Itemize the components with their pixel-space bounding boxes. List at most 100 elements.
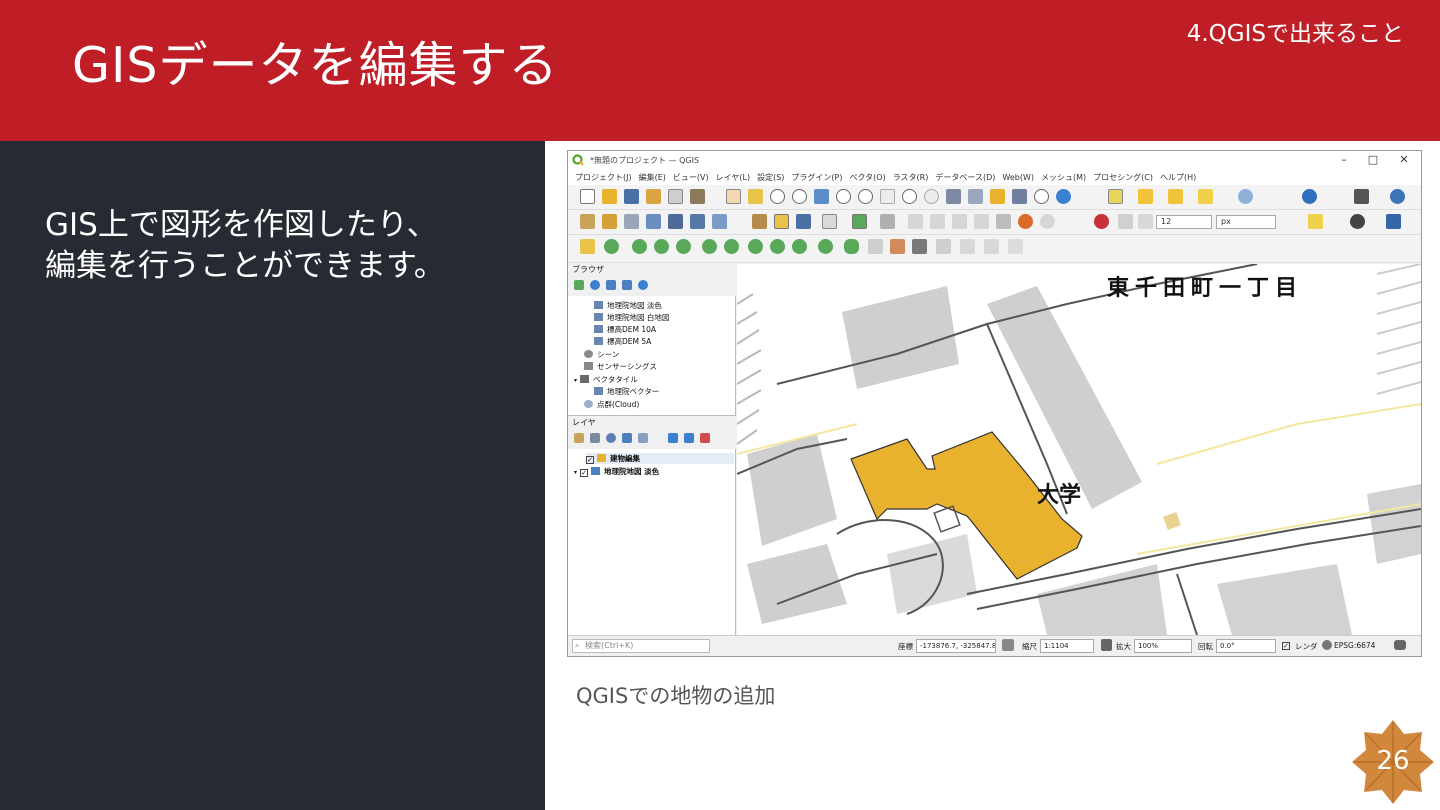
shape-digitizing-icon[interactable]	[1008, 239, 1023, 254]
expand-all-icon[interactable]	[668, 433, 678, 443]
text-format-icon[interactable]	[1138, 214, 1153, 229]
select-features-icon[interactable]	[1108, 189, 1123, 204]
filter-selection-icon[interactable]	[1198, 189, 1213, 204]
add-group-icon[interactable]	[590, 433, 600, 443]
scale-field[interactable]: 1:1104	[1040, 639, 1094, 653]
menu-vector[interactable]: ベクタ(O)	[850, 172, 886, 183]
style-manager-icon[interactable]	[690, 189, 705, 204]
identify-icon[interactable]	[1238, 189, 1253, 204]
magnifier-field[interactable]: 100%	[1134, 639, 1192, 653]
browser-item[interactable]: 地理院ベクター	[594, 386, 659, 397]
font-size-spinbox[interactable]: 12	[1156, 215, 1212, 229]
menu-mesh[interactable]: メッシュ(M)	[1041, 172, 1086, 183]
undo-icon[interactable]	[1018, 214, 1033, 229]
menu-view[interactable]: ビュー(V)	[673, 172, 709, 183]
visibility-icon[interactable]	[606, 433, 616, 443]
add-vector-icon[interactable]	[624, 214, 639, 229]
rotate-symbol-icon[interactable]	[936, 239, 951, 254]
filter-icon[interactable]	[606, 280, 616, 290]
coordinate-field[interactable]: -173876.7, -325847.8	[916, 639, 996, 653]
add-line-icon[interactable]	[822, 214, 837, 229]
new-project-icon[interactable]	[580, 189, 595, 204]
fill-ring-icon[interactable]	[702, 239, 717, 254]
split-parts-icon[interactable]	[912, 239, 927, 254]
minimize-icon[interactable]: –	[1334, 153, 1354, 167]
pan-hand-icon[interactable]	[726, 189, 741, 204]
advanced-digitizing-icon[interactable]	[580, 239, 595, 254]
lock-icon[interactable]	[1101, 639, 1112, 651]
zoom-full-icon[interactable]	[814, 189, 829, 204]
pan-to-selection-icon[interactable]	[748, 189, 763, 204]
split-features-icon[interactable]	[818, 239, 833, 254]
label-tool-icon[interactable]	[1118, 214, 1133, 229]
collapse-layers-icon[interactable]	[684, 433, 694, 443]
add-wms-icon[interactable]	[690, 214, 705, 229]
properties-info-icon[interactable]	[638, 280, 648, 290]
layer-filter-icon[interactable]	[622, 433, 632, 443]
paste-features-icon[interactable]	[996, 214, 1011, 229]
python-icon[interactable]	[1390, 189, 1405, 204]
menu-processing[interactable]: プロセシング(C)	[1093, 172, 1153, 183]
remove-layer-icon[interactable]	[700, 433, 710, 443]
browser-item[interactable]: シーン	[584, 349, 619, 360]
menu-project[interactable]: プロジェクト(J)	[575, 172, 632, 183]
zoom-in-icon[interactable]	[770, 189, 785, 204]
unit-select[interactable]: px	[1216, 215, 1276, 229]
zoom-last-icon[interactable]	[902, 189, 917, 204]
reshape-feature-icon[interactable]	[770, 239, 785, 254]
digitize-icon[interactable]	[752, 214, 767, 229]
crs-label[interactable]: EPSG:6674	[1334, 641, 1375, 650]
menu-layer[interactable]: レイヤ(L)	[716, 172, 750, 183]
zoom-layer-icon[interactable]	[858, 189, 873, 204]
deselect-icon[interactable]	[1168, 189, 1183, 204]
layer-checkbox[interactable]: ✓	[586, 456, 594, 464]
help-icon[interactable]	[1386, 214, 1401, 229]
menu-raster[interactable]: ラスタ(R)	[893, 172, 929, 183]
chevron-down-icon[interactable]: ▾	[574, 469, 577, 476]
save-edits-icon[interactable]	[796, 214, 811, 229]
show-bookmarks-icon[interactable]	[1012, 189, 1027, 204]
cut-features-icon[interactable]	[952, 214, 967, 229]
rotation-field[interactable]: 0.0°	[1216, 639, 1276, 653]
render-checkbox[interactable]: ✓	[1282, 642, 1290, 650]
open-project-icon[interactable]	[602, 189, 617, 204]
rotate-feature-icon[interactable]	[604, 239, 619, 254]
menu-web[interactable]: Web(W)	[1002, 173, 1034, 182]
zoom-native-icon[interactable]	[880, 189, 895, 204]
menu-database[interactable]: データベース(D)	[935, 172, 995, 183]
zoom-out-icon[interactable]	[792, 189, 807, 204]
project-template-icon[interactable]	[646, 189, 661, 204]
add-raster-icon[interactable]	[646, 214, 661, 229]
add-ring-icon[interactable]	[654, 239, 669, 254]
close-icon[interactable]: ✕	[1394, 153, 1414, 167]
new-3d-view-icon[interactable]	[968, 189, 983, 204]
browser-item[interactable]: 標高DEM 10A	[594, 324, 656, 335]
add-part-icon[interactable]	[676, 239, 691, 254]
delete-part-icon[interactable]	[748, 239, 763, 254]
print-layout-icon[interactable]	[668, 189, 683, 204]
browser-item[interactable]: 地理院地図 白地図	[594, 312, 669, 323]
toggle-editing-pencil-icon[interactable]	[774, 214, 789, 229]
offset-curve-icon[interactable]	[792, 239, 807, 254]
menu-help[interactable]: ヘルプ(H)	[1160, 172, 1196, 183]
menu-settings[interactable]: 設定(S)	[757, 172, 784, 183]
collapse-all-icon[interactable]	[622, 280, 632, 290]
refresh-icon[interactable]	[1056, 189, 1071, 204]
trim-extend-icon[interactable]	[890, 239, 905, 254]
layer-styling-icon[interactable]	[574, 433, 584, 443]
redo-icon[interactable]	[1040, 214, 1055, 229]
select-by-value-icon[interactable]	[1138, 189, 1153, 204]
layer-item[interactable]: ▾ ✓ 地理院地図 淡色	[574, 466, 659, 477]
reverse-line-icon[interactable]	[984, 239, 999, 254]
zoom-selection-icon[interactable]	[836, 189, 851, 204]
bookmark-icon[interactable]	[990, 189, 1005, 204]
vertex-tool-icon[interactable]	[880, 214, 895, 229]
add-polygon-icon[interactable]	[852, 214, 867, 229]
browser-item[interactable]: 標高DEM 5A	[594, 336, 651, 347]
modify-attributes-icon[interactable]	[908, 214, 923, 229]
coordinate-toggle-icon[interactable]	[1002, 639, 1014, 651]
save-project-icon[interactable]	[624, 189, 639, 204]
browser-item[interactable]: ▾ ベクタタイル	[574, 374, 638, 385]
browser-item[interactable]: 地理院地図 淡色	[594, 300, 662, 311]
expression-filter-icon[interactable]	[638, 433, 648, 443]
